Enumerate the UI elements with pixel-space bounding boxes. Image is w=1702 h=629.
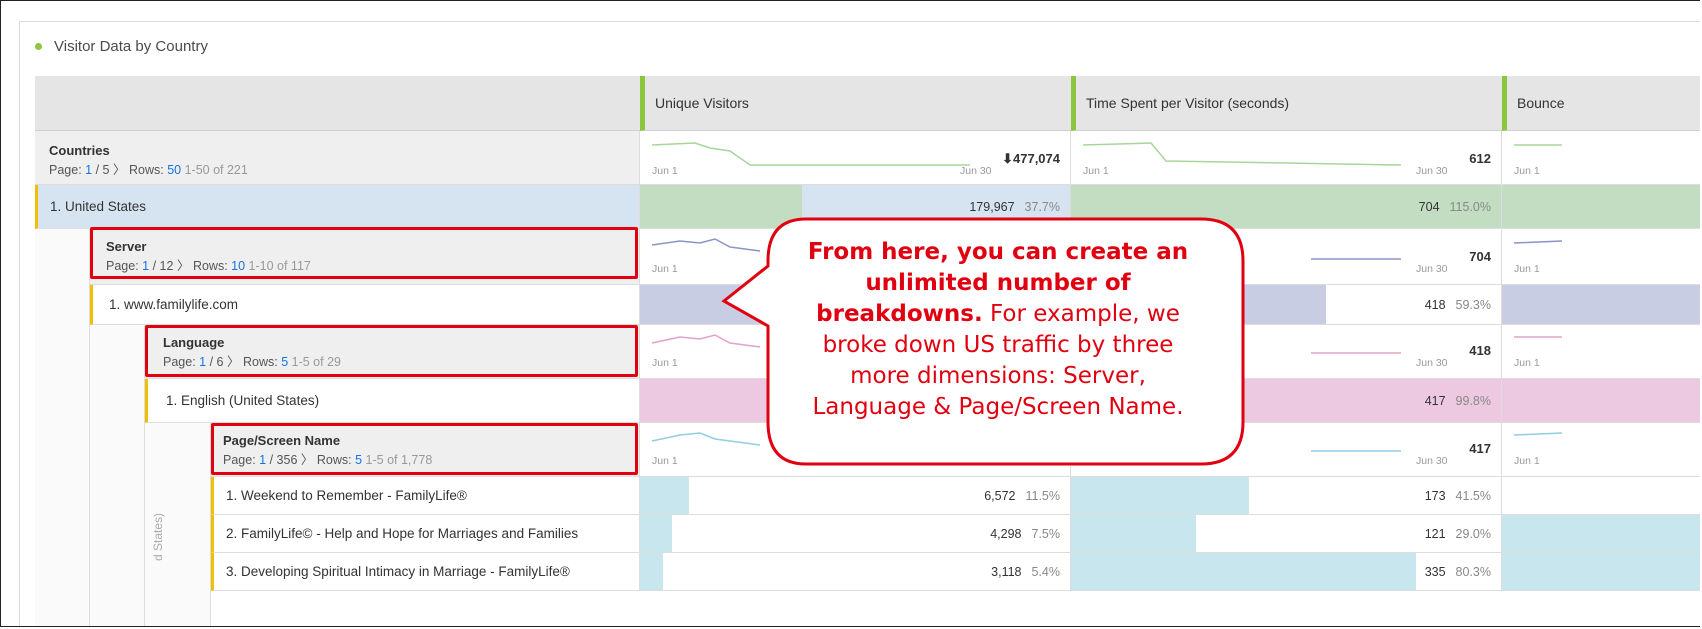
vertical-dimension-label: d States): [151, 512, 165, 561]
column-header-unique-visitors[interactable]: Unique Visitors: [640, 76, 1071, 131]
chevron-right-icon: 〉: [112, 163, 126, 177]
highlight-box-server: [90, 227, 638, 279]
panel-title-text: Visitor Data by Country: [54, 38, 208, 55]
value-cell: [1502, 515, 1700, 553]
value-cell: 3,118 5.4%: [640, 553, 1071, 591]
column-header-time-spent[interactable]: Time Spent per Visitor (seconds): [1071, 76, 1502, 131]
dimension-header-cell: [35, 76, 640, 131]
arrow-down-icon: ⬇: [1002, 151, 1013, 166]
callout-text: From here, you can create an unlimited n…: [807, 239, 1189, 420]
sparkline-cell: Jun 1 Jun 30 ⬇477,074: [640, 131, 1071, 185]
value-cell: 173 41.5%: [1071, 477, 1502, 515]
total-visitors: ⬇477,074: [1002, 151, 1060, 166]
panel-title: Visitor Data by Country: [35, 38, 208, 55]
list-item-page[interactable]: 1. Weekend to Remember - FamilyLife®: [211, 477, 640, 515]
value-cell: 6,572 11.5%: [640, 477, 1071, 515]
value-bar: [1071, 553, 1417, 590]
value-cell: 335 80.3%: [1071, 553, 1502, 591]
sparkline-cell: Jun 1: [1502, 131, 1700, 185]
list-item-language[interactable]: 1. English (United States): [145, 379, 640, 423]
sparkline-cell: Jun 1: [1502, 325, 1700, 379]
value-cell: [1502, 379, 1700, 423]
list-item-page[interactable]: 2. FamilyLife© - Help and Hope for Marri…: [211, 515, 640, 553]
pagination: Page: 1 / 5 〉 Rows: 50 1-50 of 221: [49, 163, 248, 177]
highlight-box-page-screen: [211, 423, 638, 475]
list-item-united-states[interactable]: 1. United States: [35, 185, 640, 229]
value-cell: 4,298 7.5%: [640, 515, 1071, 553]
sparkline-cell: Jun 1: [1502, 229, 1700, 285]
value-bar: [640, 553, 664, 590]
value-bar: [1071, 477, 1250, 514]
indent-spacer: [35, 229, 90, 626]
value-bar: [1071, 515, 1196, 552]
indent-spacer: [90, 325, 145, 626]
value-bar: [640, 515, 673, 552]
sparkline-cell: Jun 1: [1502, 423, 1700, 477]
app-frame: Visitor Data by Country Unique Visitors …: [0, 0, 1700, 627]
highlight-box-language: [145, 325, 638, 377]
value-cell: [1502, 553, 1700, 591]
value-bar: [640, 477, 690, 514]
value-cell: 121 29.0%: [1071, 515, 1502, 553]
list-item-page[interactable]: 3. Developing Spiritual Intimacy in Marr…: [211, 553, 640, 591]
list-item-server[interactable]: 1. www.familylife.com: [90, 285, 640, 325]
status-dot-icon: [35, 43, 42, 50]
value-cell: [1502, 477, 1700, 515]
column-header-bounce[interactable]: Bounce: [1502, 76, 1700, 131]
sparkline-cell: Jun 1 Jun 30 612: [1071, 131, 1502, 185]
value-cell: [1502, 285, 1700, 325]
dimension-countries[interactable]: Countries Page: 1 / 5 〉 Rows: 50 1-50 of…: [35, 131, 640, 185]
value-cell: [1502, 185, 1700, 229]
